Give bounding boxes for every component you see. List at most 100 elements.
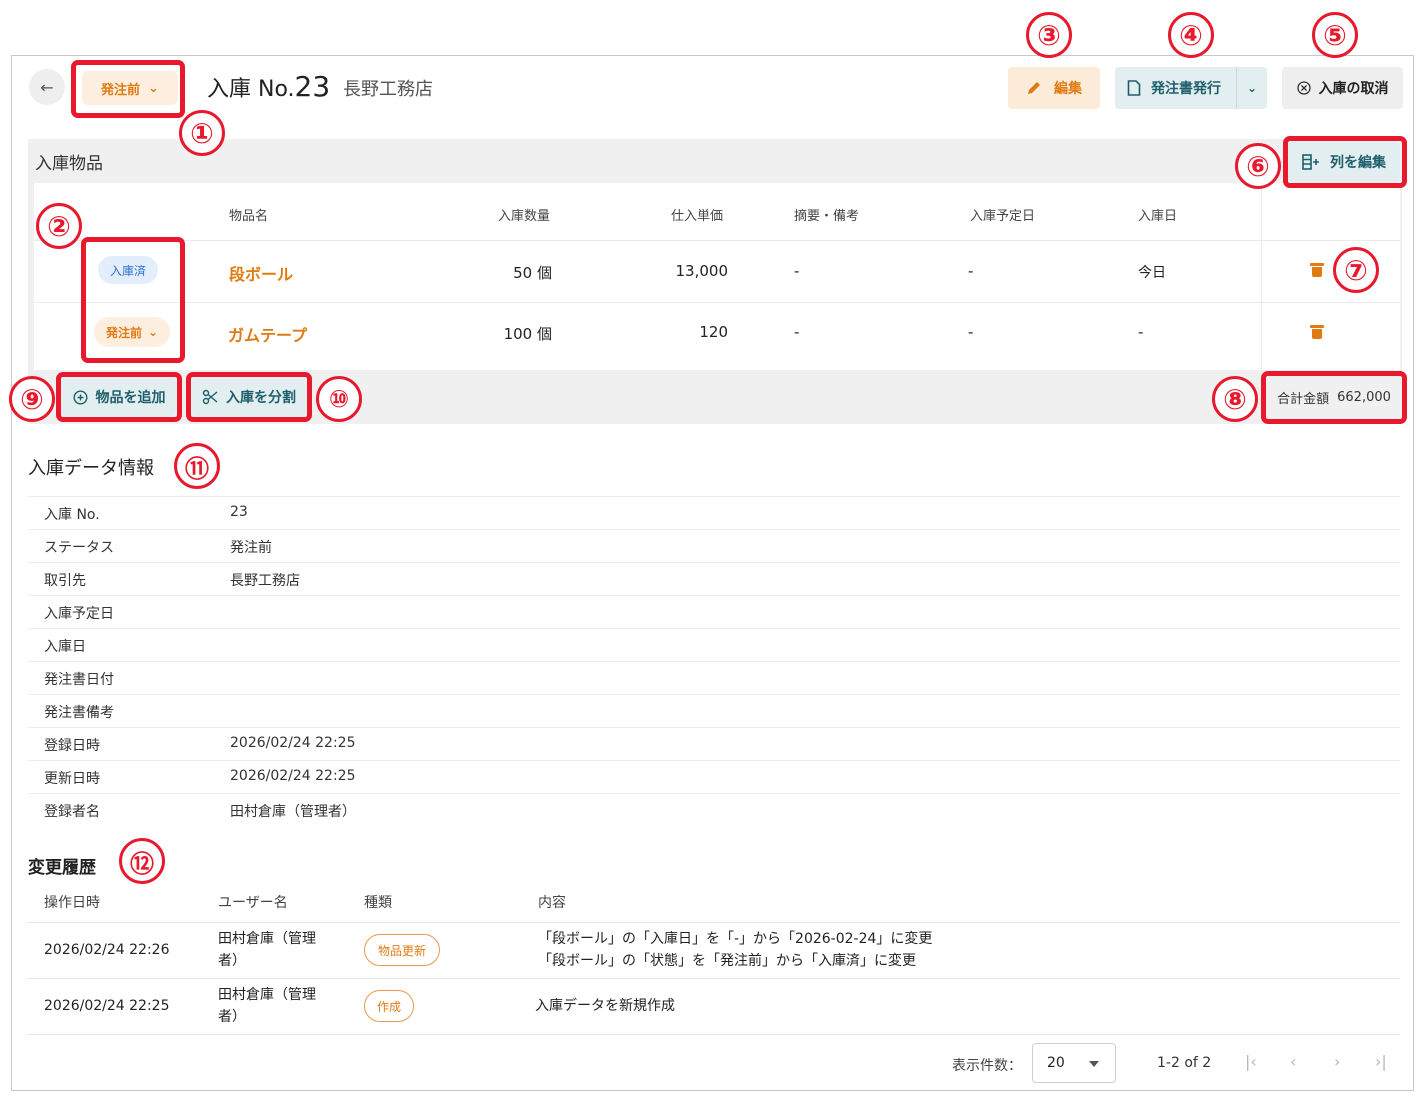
document-icon (1127, 80, 1141, 96)
history-content-line2: 「段ボール」の「状態」を「発注前」から「入庫済」に変更 (538, 953, 916, 969)
info-value: 2026/02/24 22:25 (230, 768, 356, 784)
back-button[interactable]: ← (29, 69, 65, 105)
issue-po-main[interactable]: 発注書発行 (1115, 67, 1237, 109)
history-user-line2: 者） (218, 1009, 246, 1025)
first-page-icon[interactable]: |‹ (1245, 1052, 1257, 1071)
annotation-marker-10: ⑩ (316, 376, 362, 422)
item-qty: 50 個 (513, 264, 552, 282)
pagination-range: 1-2 of 2 (1157, 1055, 1212, 1071)
info-key: 入庫予定日 (44, 606, 114, 622)
per-page-label: 表示件数： (952, 1058, 1022, 1074)
trash-icon[interactable] (1310, 263, 1324, 277)
info-row: 入庫予定日 (28, 595, 1400, 628)
cancel-receipt-button[interactable]: 入庫の取消 (1282, 67, 1403, 109)
info-value: 長野工務店 (230, 573, 300, 589)
annotation-highlight (186, 372, 312, 422)
item-price: 120 (699, 323, 728, 341)
edit-button[interactable]: 編集 (1008, 67, 1100, 109)
history-column-datetime: 操作日時 (44, 895, 100, 911)
history-divider (28, 1034, 1400, 1035)
annotation-highlight (81, 237, 185, 363)
items-heading: 入庫物品 (35, 154, 103, 174)
column-header-qty: 入庫数量 (498, 209, 551, 224)
item-received-date: - (1138, 323, 1144, 341)
info-row: 登録者名 田村倉庫（管理者） (28, 793, 1400, 826)
info-value: 発注前 (230, 540, 272, 556)
annotation-marker-9: ⑨ (9, 376, 55, 422)
history-divider (28, 922, 1400, 923)
column-header-note: 摘要・備考 (794, 209, 860, 224)
column-header-received-date: 入庫日 (1138, 209, 1178, 224)
history-column-user: ユーザー名 (218, 895, 288, 911)
info-row: 発注書備考 (28, 694, 1400, 727)
annotation-marker-6: ⑥ (1235, 143, 1281, 189)
info-key: 登録日時 (44, 738, 100, 754)
column-divider (1261, 183, 1262, 370)
history-content-line1: 「段ボール」の「入庫日」を「-」から「2026-02-24」に変更 (538, 931, 933, 947)
annotation-marker-7: ⑦ (1333, 247, 1379, 293)
trash-icon[interactable] (1310, 325, 1324, 339)
info-key: 入庫 No. (44, 507, 100, 523)
annotation-highlight (56, 372, 182, 422)
history-user-line1: 田村倉庫（管理 (218, 987, 316, 1003)
close-circle-icon (1296, 81, 1311, 95)
info-key: ステータス (44, 540, 114, 556)
per-page-select[interactable]: 20 (1032, 1043, 1116, 1083)
annotation-highlight (1261, 371, 1407, 424)
info-key: 発注書備考 (44, 705, 114, 721)
info-value: 2026/02/24 22:25 (230, 735, 356, 751)
cancel-label: 入庫の取消 (1318, 81, 1389, 97)
issue-po-dropdown[interactable]: ⌄ (1237, 81, 1267, 95)
history-type-badge: 作成 (364, 990, 414, 1022)
history-column-content: 内容 (538, 895, 566, 911)
chevron-down-icon: ⌄ (1246, 81, 1258, 95)
item-price: 13,000 (675, 262, 729, 280)
next-page-icon[interactable]: › (1334, 1052, 1340, 1071)
pencil-icon (1028, 82, 1040, 94)
item-note: - (794, 323, 800, 341)
issue-po-button[interactable]: 発注書発行 ⌄ (1115, 67, 1267, 109)
annotation-highlight (1283, 136, 1407, 188)
info-heading: 入庫データ情報 (28, 458, 154, 479)
info-row: 入庫日 (28, 628, 1400, 661)
annotation-marker-2: ② (36, 203, 82, 249)
info-row: 更新日時 2026/02/24 22:25 (28, 760, 1400, 793)
item-name-link[interactable]: 段ボール (229, 261, 293, 285)
item-received-date: 今日 (1138, 265, 1166, 281)
info-row: 入庫 No. 23 (28, 496, 1400, 529)
column-header-planned-date: 入庫予定日 (970, 209, 1036, 224)
annotation-marker-1: ① (179, 110, 225, 156)
prev-page-icon[interactable]: ‹ (1290, 1052, 1296, 1071)
info-row: 発注書日付 (28, 661, 1400, 694)
per-page-value: 20 (1047, 1055, 1065, 1071)
info-row: 取引先 長野工務店 (28, 562, 1400, 595)
history-heading: 変更履歴 (28, 858, 96, 878)
info-key: 登録者名 (44, 804, 100, 820)
history-datetime: 2026/02/24 22:26 (44, 942, 170, 958)
history-divider (28, 978, 1400, 979)
title-prefix: 入庫 No. (207, 77, 295, 102)
supplier-name: 長野工務店 (343, 79, 433, 100)
annotation-marker-5: ⑤ (1312, 12, 1358, 58)
page-title: 入庫 No. 23 (207, 70, 330, 103)
issue-po-label: 発注書発行 (1151, 81, 1221, 97)
item-planned-date: - (968, 262, 974, 280)
last-page-icon[interactable]: ›| (1375, 1052, 1387, 1071)
annotation-marker-8: ⑧ (1212, 376, 1258, 422)
item-planned-date: - (968, 323, 974, 341)
annotation-highlight (71, 60, 185, 118)
history-user-line1: 田村倉庫（管理 (218, 931, 316, 947)
history-column-type: 種類 (364, 895, 392, 911)
history-user-line2: 者） (218, 953, 246, 969)
row-divider (34, 302, 1400, 303)
column-header-name: 物品名 (229, 209, 269, 224)
info-value: 23 (230, 504, 248, 520)
info-key: 発注書日付 (44, 672, 114, 688)
info-key: 入庫日 (44, 639, 86, 655)
annotation-marker-4: ④ (1168, 12, 1214, 58)
column-header-price: 仕入単価 (671, 209, 724, 224)
info-row: 登録日時 2026/02/24 22:25 (28, 727, 1400, 760)
history-type-badge: 物品更新 (364, 934, 440, 966)
item-name-link[interactable]: ガムテープ (228, 322, 307, 346)
annotation-marker-11: ⑪ (174, 443, 220, 489)
